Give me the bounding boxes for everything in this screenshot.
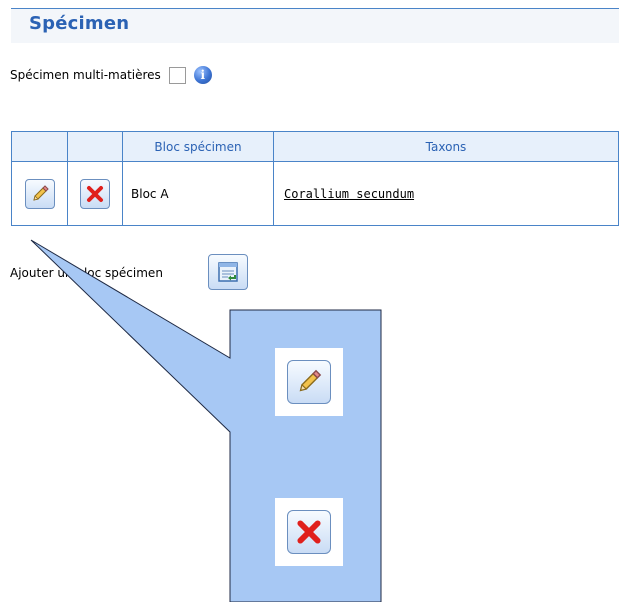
- red-x-delete-icon: [297, 520, 321, 544]
- callout-edit-zoom: [275, 348, 343, 416]
- zoom-delete-button: [287, 510, 331, 554]
- pencil-edit-icon: [299, 369, 322, 392]
- callout-delete-zoom: [275, 498, 343, 566]
- zoom-edit-button: [287, 360, 331, 404]
